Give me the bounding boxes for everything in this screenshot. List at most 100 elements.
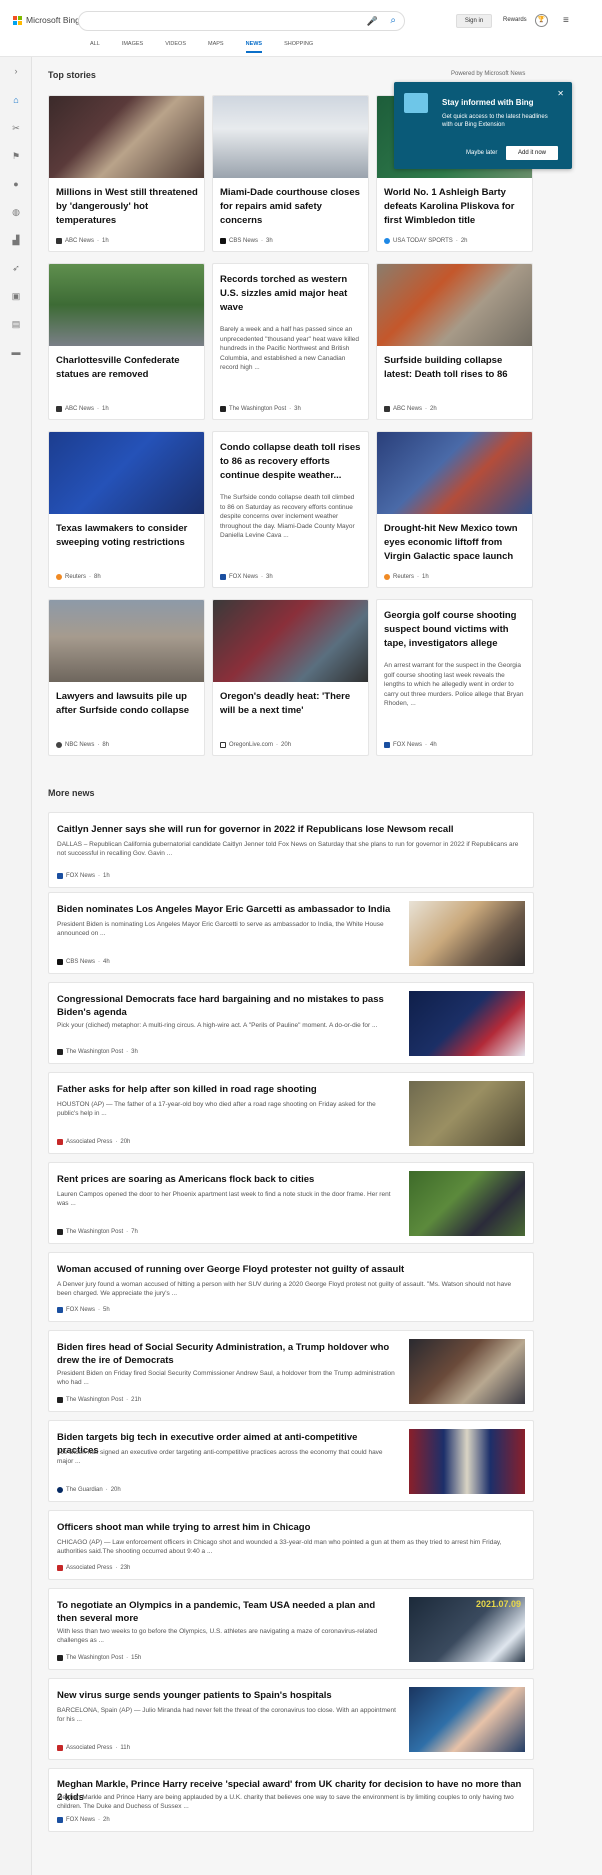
story-source: ABC News · 1h	[56, 406, 109, 412]
story-title: Miami-Dade courthouse closes for repairs…	[220, 187, 360, 226]
news-item[interactable]: New virus surge sends younger patients t…	[48, 1678, 534, 1760]
story-source: The Washington Post · 3h	[220, 406, 301, 412]
story-card[interactable]: Drought-hit New Mexico town eyes economi…	[376, 431, 533, 588]
news-snippet: A Denver jury found a woman accused of h…	[57, 1281, 512, 1297]
news-snippet: CHICAGO (AP) — Law enforcement officers …	[57, 1539, 502, 1555]
story-image	[377, 432, 532, 514]
news-title: Congressional Democrats face hard bargai…	[57, 994, 384, 1018]
news-item[interactable]: Biden nominates Los Angeles Mayor Eric G…	[48, 892, 534, 974]
news-thumbnail	[409, 1171, 525, 1236]
bing-logo[interactable]: Microsoft Bing	[13, 15, 80, 25]
story-card[interactable]: Miami-Dade courthouse closes for repairs…	[212, 95, 369, 252]
tab-images[interactable]: IMAGES	[122, 41, 143, 53]
news-item[interactable]: Father asks for help after son killed in…	[48, 1072, 534, 1154]
news-snippet: HOUSTON (AP) — The father of a 17-year-o…	[57, 1101, 376, 1117]
story-card[interactable]: Surfside building collapse latest: Death…	[376, 263, 533, 420]
powered-by-label: Powered by Microsoft News	[451, 71, 526, 77]
news-item[interactable]: To negotiate an Olympics in a pandemic, …	[48, 1588, 534, 1670]
home-icon[interactable]: ⌂	[11, 95, 21, 105]
tab-videos[interactable]: VIDEOS	[165, 41, 186, 53]
news-item[interactable]: Meghan Markle, Prince Harry receive 'spe…	[48, 1768, 534, 1832]
entertainment-icon[interactable]: ▣	[11, 291, 21, 302]
news-source: Associated Press · 23h	[57, 1565, 130, 1571]
story-title: Texas lawmakers to consider sweeping vot…	[56, 523, 188, 548]
maybe-later-button[interactable]: Maybe later	[466, 150, 497, 156]
story-card[interactable]: Oregon's deadly heat: 'There will be a n…	[212, 599, 369, 756]
news-thumbnail	[409, 991, 525, 1056]
news-item[interactable]: Rent prices are soaring as Americans flo…	[48, 1162, 534, 1244]
popup-description: Get quick access to the latest headlines…	[442, 114, 548, 128]
news-snippet: Joe Biden has signed an executive order …	[57, 1449, 383, 1465]
sign-in-button[interactable]: Sign in	[456, 14, 492, 28]
cbs-news-icon	[220, 238, 226, 244]
globe-icon[interactable]: ◍	[11, 207, 21, 218]
search-icon[interactable]: ⌕	[390, 15, 396, 26]
story-title: World No. 1 Ashleigh Barty defeats Karol…	[384, 187, 515, 226]
briefcase-icon[interactable]: ▤	[11, 319, 21, 330]
story-title: Lawyers and lawsuits pile up after Surfs…	[56, 691, 190, 716]
story-card[interactable]: Lawyers and lawsuits pile up after Surfs…	[48, 599, 205, 756]
washington-post-icon	[57, 1049, 63, 1055]
news-item[interactable]: Biden targets big tech in executive orde…	[48, 1420, 534, 1502]
expand-chevron-icon[interactable]: ›	[11, 66, 21, 76]
story-title: Records torched as western U.S. sizzles …	[220, 274, 348, 313]
story-card[interactable]: Georgia golf course shooting suspect bou…	[376, 599, 533, 756]
story-image	[377, 264, 532, 346]
tab-all[interactable]: ALL	[90, 41, 100, 53]
story-image	[49, 264, 204, 346]
tab-shopping[interactable]: SHOPPING	[284, 41, 313, 53]
story-card[interactable]: Texas lawmakers to consider sweeping vot…	[48, 431, 205, 588]
flag-icon[interactable]: ⚑	[11, 151, 21, 162]
fox-news-icon	[57, 873, 63, 879]
search-input[interactable]: 🎤 ⌕	[78, 11, 405, 31]
news-snippet: Meghan Markle and Prince Harry are being…	[57, 1794, 514, 1810]
news-item[interactable]: Congressional Democrats face hard bargai…	[48, 982, 534, 1064]
rewards-link[interactable]: Rewards	[503, 17, 527, 23]
more-news-title: More news	[48, 788, 95, 798]
story-card[interactable]: Condo collapse death toll rises to 86 as…	[212, 431, 369, 588]
tab-maps[interactable]: MAPS	[208, 41, 224, 53]
sports-icon[interactable]: ✂	[11, 123, 21, 134]
location-pin-icon[interactable]: ●	[11, 179, 21, 189]
news-item[interactable]: Officers shoot man while trying to arres…	[48, 1510, 534, 1580]
news-thumbnail	[409, 1687, 525, 1752]
reuters-icon	[384, 574, 390, 580]
news-source: FOX News · 5h	[57, 1307, 110, 1313]
news-snippet: Pick your (cliched) metaphor: A multi-ri…	[57, 1022, 378, 1029]
story-image	[49, 432, 204, 514]
rocket-icon[interactable]: ➶	[11, 263, 21, 274]
hamburger-menu-icon[interactable]: ≡	[563, 15, 569, 26]
story-title: Georgia golf course shooting suspect bou…	[384, 610, 517, 649]
tab-news[interactable]: NEWS	[245, 41, 263, 53]
microsoft-logo-icon	[13, 15, 22, 25]
rewards-trophy-icon[interactable]: 🏆	[535, 14, 548, 27]
car-icon[interactable]: ▬	[11, 347, 21, 357]
news-item[interactable]: Biden fires head of Social Security Admi…	[48, 1330, 534, 1412]
microphone-icon[interactable]: 🎤	[367, 16, 378, 27]
logo-text: Microsoft Bing	[26, 15, 80, 25]
news-snippet: BARCELONA, Spain (AP) — Julio Miranda ha…	[57, 1707, 396, 1723]
news-snippet: With less than two weeks to go before th…	[57, 1628, 378, 1644]
story-card[interactable]: Charlottesville Confederate statues are …	[48, 263, 205, 420]
bing-extension-popup: Stay informed with Bing Get quick access…	[394, 82, 572, 169]
news-item[interactable]: Woman accused of running over George Flo…	[48, 1252, 534, 1322]
story-card[interactable]: Millions in West still threatened by 'da…	[48, 95, 205, 252]
top-stories-title: Top stories	[48, 70, 96, 80]
story-card[interactable]: Records torched as western U.S. sizzles …	[212, 263, 369, 420]
washington-post-icon	[57, 1655, 63, 1661]
news-title: Officers shoot man while trying to arres…	[57, 1522, 311, 1533]
add-it-now-button[interactable]: Add it now	[506, 146, 558, 160]
close-icon[interactable]: ✕	[557, 89, 564, 98]
story-source: USA TODAY SPORTS · 2h	[384, 238, 468, 244]
story-image	[49, 600, 204, 682]
abc-news-icon	[56, 238, 62, 244]
news-source: CBS News · 4h	[57, 959, 110, 965]
news-thumbnail	[409, 901, 525, 966]
business-chart-icon[interactable]: ▟	[11, 235, 21, 246]
news-source: FOX News · 1h	[57, 873, 110, 879]
header: Microsoft Bing 🎤 ⌕ Sign in Rewards 🏆 ≡ A…	[0, 0, 602, 57]
story-source: FOX News · 3h	[220, 574, 273, 580]
fox-news-icon	[57, 1307, 63, 1313]
news-item[interactable]: Caitlyn Jenner says she will run for gov…	[48, 812, 534, 888]
story-source: ABC News · 1h	[56, 238, 109, 244]
